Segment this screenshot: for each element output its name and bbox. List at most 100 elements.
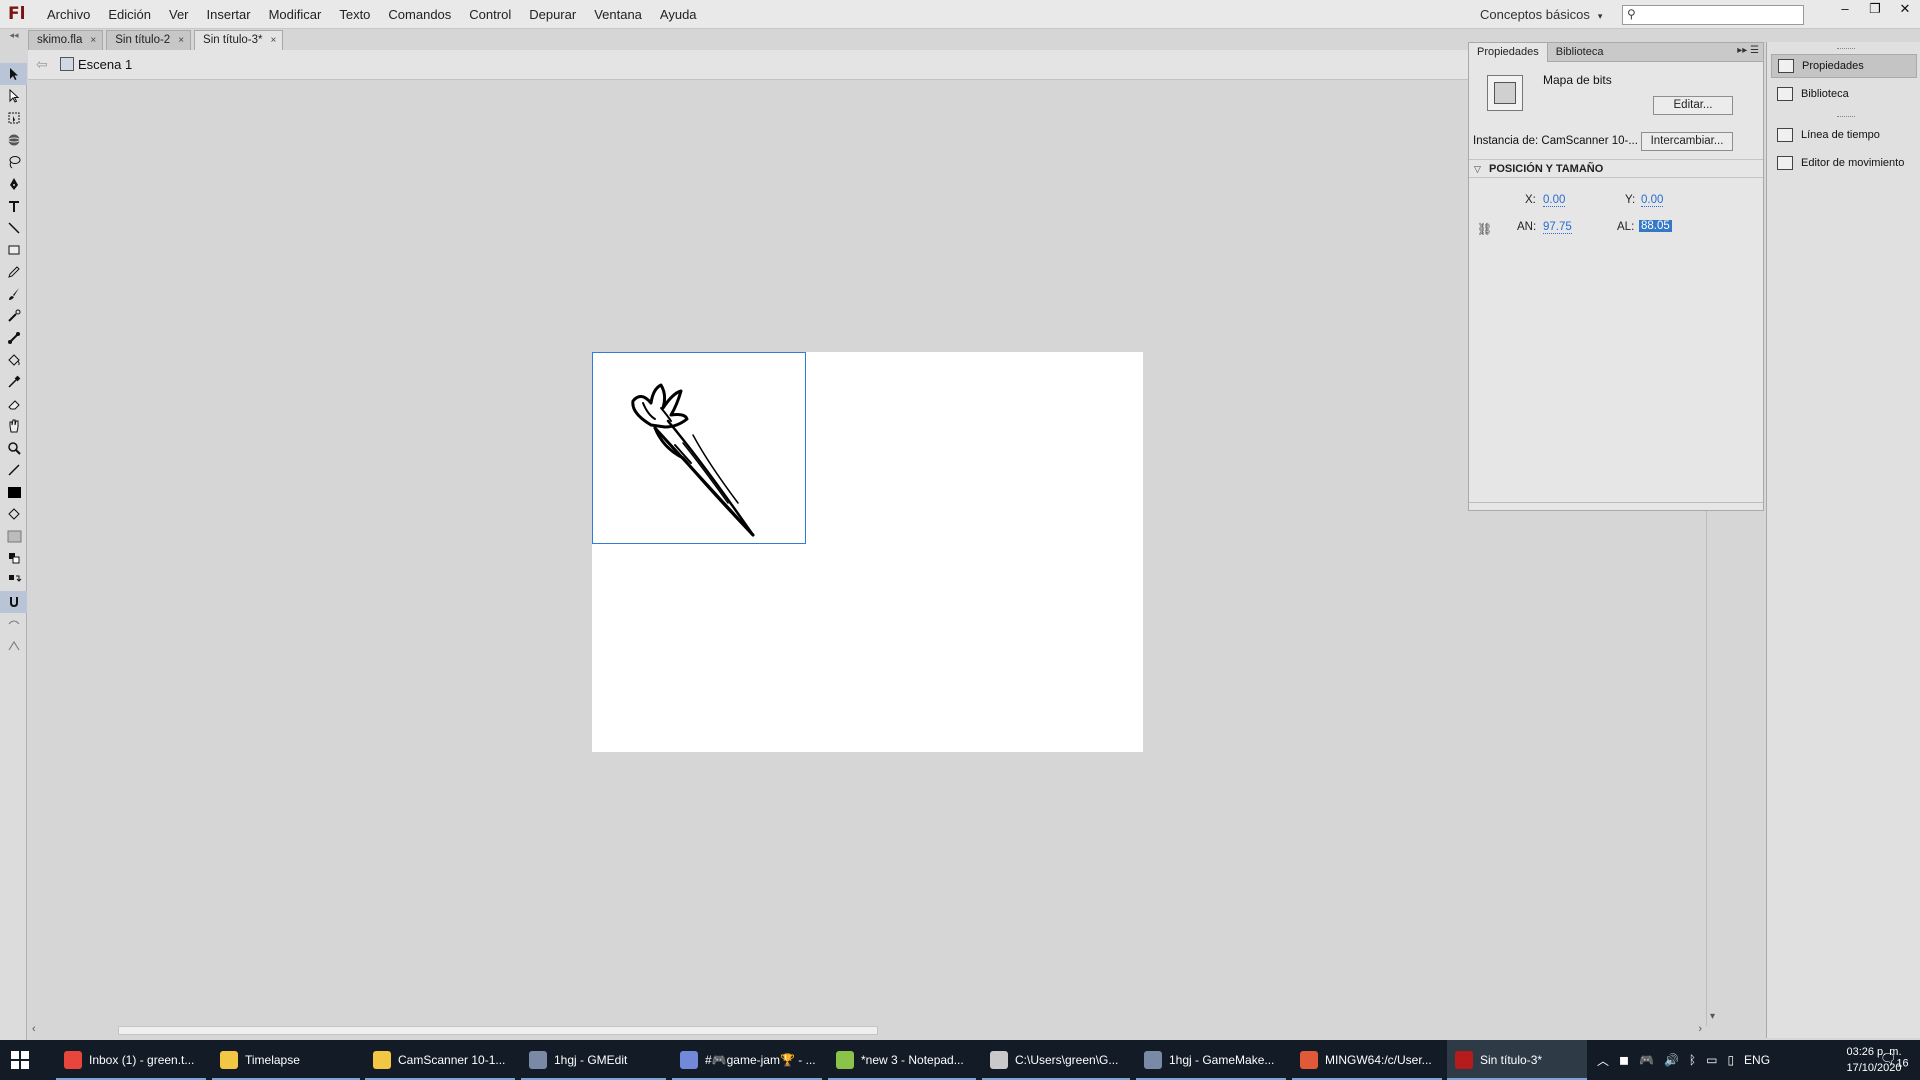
width-value[interactable]: 97.75: [1543, 221, 1572, 234]
menu-ventana[interactable]: Ventana: [585, 0, 651, 29]
y-value[interactable]: 0.00: [1641, 194, 1664, 207]
close-icon[interactable]: ×: [271, 31, 277, 50]
language-indicator[interactable]: ENG: [1744, 1053, 1770, 1067]
taskbar-item[interactable]: *new 3 - Notepad...: [828, 1040, 976, 1080]
hand-tool-icon[interactable]: [0, 415, 27, 437]
swap-button[interactable]: Intercambiar...: [1641, 132, 1733, 151]
taskbar-item[interactable]: 1hgj - GameMake...: [1136, 1040, 1286, 1080]
black-white-icon[interactable]: [0, 547, 27, 569]
menu-archivo[interactable]: Archivo: [38, 0, 99, 29]
taskbar-item[interactable]: 1hgj - GMEdit: [521, 1040, 666, 1080]
menu-insertar[interactable]: Insertar: [198, 0, 260, 29]
workspace-switcher[interactable]: Conceptos básicos ▾: [1480, 0, 1602, 29]
lasso-tool-icon[interactable]: [0, 151, 27, 173]
horizontal-scrollbar[interactable]: ‹ ›: [28, 1022, 1706, 1039]
taskbar-item[interactable]: CamScanner 10-1...: [365, 1040, 515, 1080]
windows-start-icon[interactable]: [10, 1050, 30, 1070]
volume-icon[interactable]: 🔊: [1664, 1053, 1679, 1067]
close-window-button[interactable]: ✕: [1890, 0, 1920, 18]
selected-bitmap-instance[interactable]: [592, 352, 806, 544]
scroll-down-icon[interactable]: ▾: [1710, 1011, 1715, 1022]
menu-control[interactable]: Control: [460, 0, 520, 29]
taskbar-item[interactable]: Sin título-3*: [1447, 1040, 1587, 1080]
fill-color-swatch-icon[interactable]: [0, 481, 27, 503]
menu-comandos[interactable]: Comandos: [379, 0, 460, 29]
menu-texto[interactable]: Texto: [330, 0, 379, 29]
swap-colors-icon[interactable]: [0, 569, 27, 591]
selection-tool-icon[interactable]: [0, 63, 27, 85]
deco-tool-icon[interactable]: [0, 305, 27, 327]
collapse-toolbar-icon[interactable]: ◂◂: [0, 30, 28, 40]
free-transform-tool-icon[interactable]: [0, 107, 27, 129]
chevron-up-icon[interactable]: ︿: [1597, 1052, 1609, 1069]
scroll-right-icon[interactable]: ›: [1698, 1023, 1702, 1035]
taskbar-item[interactable]: MINGW64:/c/User...: [1292, 1040, 1442, 1080]
fill-swatch-icon[interactable]: [0, 525, 27, 547]
line-tool-icon[interactable]: [0, 217, 27, 239]
scene-breadcrumb[interactable]: Escena 1: [78, 57, 132, 72]
menu-ver[interactable]: Ver: [160, 0, 198, 29]
edit-bar: ⇦ Escena 1: [28, 50, 1468, 80]
dock-biblioteca[interactable]: Biblioteca: [1771, 82, 1917, 106]
notification-center-icon[interactable]: 🗨16: [1880, 1051, 1909, 1070]
scroll-left-icon[interactable]: ‹: [32, 1023, 36, 1035]
3d-rotation-tool-icon[interactable]: [0, 129, 27, 151]
back-arrow-icon[interactable]: ⇦: [36, 56, 48, 73]
text-tool-icon[interactable]: [0, 195, 27, 217]
pasteboard[interactable]: [28, 81, 1706, 1026]
menu-ayuda[interactable]: Ayuda: [651, 0, 706, 29]
dock-editor-movimiento[interactable]: Editor de movimiento: [1771, 151, 1917, 175]
bone-tool-icon[interactable]: [0, 327, 27, 349]
edit-button[interactable]: Editar...: [1653, 96, 1733, 115]
battery-icon[interactable]: ▯: [1727, 1053, 1734, 1067]
smooth-icon[interactable]: [0, 613, 27, 635]
taskbar-item[interactable]: C:\Users\green\G...: [982, 1040, 1130, 1080]
restore-button[interactable]: ❐: [1860, 0, 1890, 18]
dock-grip[interactable]: [1837, 116, 1855, 119]
network-icon[interactable]: ▭: [1706, 1053, 1717, 1067]
dock-grip[interactable]: [1837, 48, 1855, 51]
bluetooth-icon[interactable]: ᛒ: [1689, 1053, 1696, 1067]
menu-depurar[interactable]: Depurar: [520, 0, 585, 29]
constrain-proportions-icon[interactable]: ⛓: [1477, 222, 1492, 236]
stage[interactable]: [592, 352, 1143, 752]
eyedropper-tool-icon[interactable]: [0, 371, 27, 393]
height-value[interactable]: 88.05: [1639, 220, 1672, 232]
doc-tab-skimo[interactable]: skimo.fla ×: [28, 30, 104, 50]
doc-tab-sin-titulo-2[interactable]: Sin título-2 ×: [106, 30, 192, 50]
stroke-color-icon[interactable]: [0, 459, 27, 481]
subselection-tool-icon[interactable]: [0, 85, 27, 107]
menu-modificar[interactable]: Modificar: [260, 0, 331, 29]
zoom-tool-icon[interactable]: [0, 437, 27, 459]
panel-resize-grip[interactable]: [1469, 502, 1763, 506]
taskbar-item[interactable]: #🎮game-jam🏆 - ...: [672, 1040, 822, 1080]
paint-bucket-tool-icon[interactable]: [0, 349, 27, 371]
menu-edicion[interactable]: Edición: [99, 0, 160, 29]
dock-linea-de-tiempo[interactable]: Línea de tiempo: [1771, 123, 1917, 147]
snap-magnet-icon[interactable]: [0, 591, 27, 613]
pencil-tool-icon[interactable]: [0, 261, 27, 283]
tab-biblioteca[interactable]: Biblioteca: [1548, 43, 1612, 62]
taskbar-item[interactable]: Inbox (1) - green.t...: [56, 1040, 206, 1080]
panel-menu-icon[interactable]: ▸▸ ☰: [1737, 45, 1759, 56]
tray-app-icon[interactable]: ◼: [1619, 1053, 1629, 1067]
help-search-input[interactable]: ⚲: [1622, 5, 1804, 25]
doc-tab-sin-titulo-3[interactable]: Sin título-3* ×: [194, 30, 284, 50]
minimize-button[interactable]: –: [1830, 0, 1860, 18]
taskbar-item[interactable]: Timelapse: [212, 1040, 360, 1080]
dock-propiedades[interactable]: Propiedades: [1771, 54, 1917, 78]
scroll-thumb[interactable]: [118, 1026, 878, 1035]
close-icon[interactable]: ×: [90, 31, 96, 50]
flash-logo-icon: Fl: [8, 4, 26, 24]
x-value[interactable]: 0.00: [1543, 194, 1566, 207]
pen-tool-icon[interactable]: [0, 173, 27, 195]
position-size-section[interactable]: ▽ POSICIÓN Y TAMAÑO: [1469, 159, 1763, 178]
gamepad-icon[interactable]: 🎮: [1639, 1053, 1654, 1067]
eraser-tool-icon[interactable]: [0, 393, 27, 415]
tab-propiedades[interactable]: Propiedades: [1469, 43, 1548, 62]
rectangle-tool-icon[interactable]: [0, 239, 27, 261]
close-icon[interactable]: ×: [178, 31, 184, 50]
fill-bucket-icon[interactable]: [0, 503, 27, 525]
brush-tool-icon[interactable]: [0, 283, 27, 305]
straighten-icon[interactable]: [0, 635, 27, 657]
